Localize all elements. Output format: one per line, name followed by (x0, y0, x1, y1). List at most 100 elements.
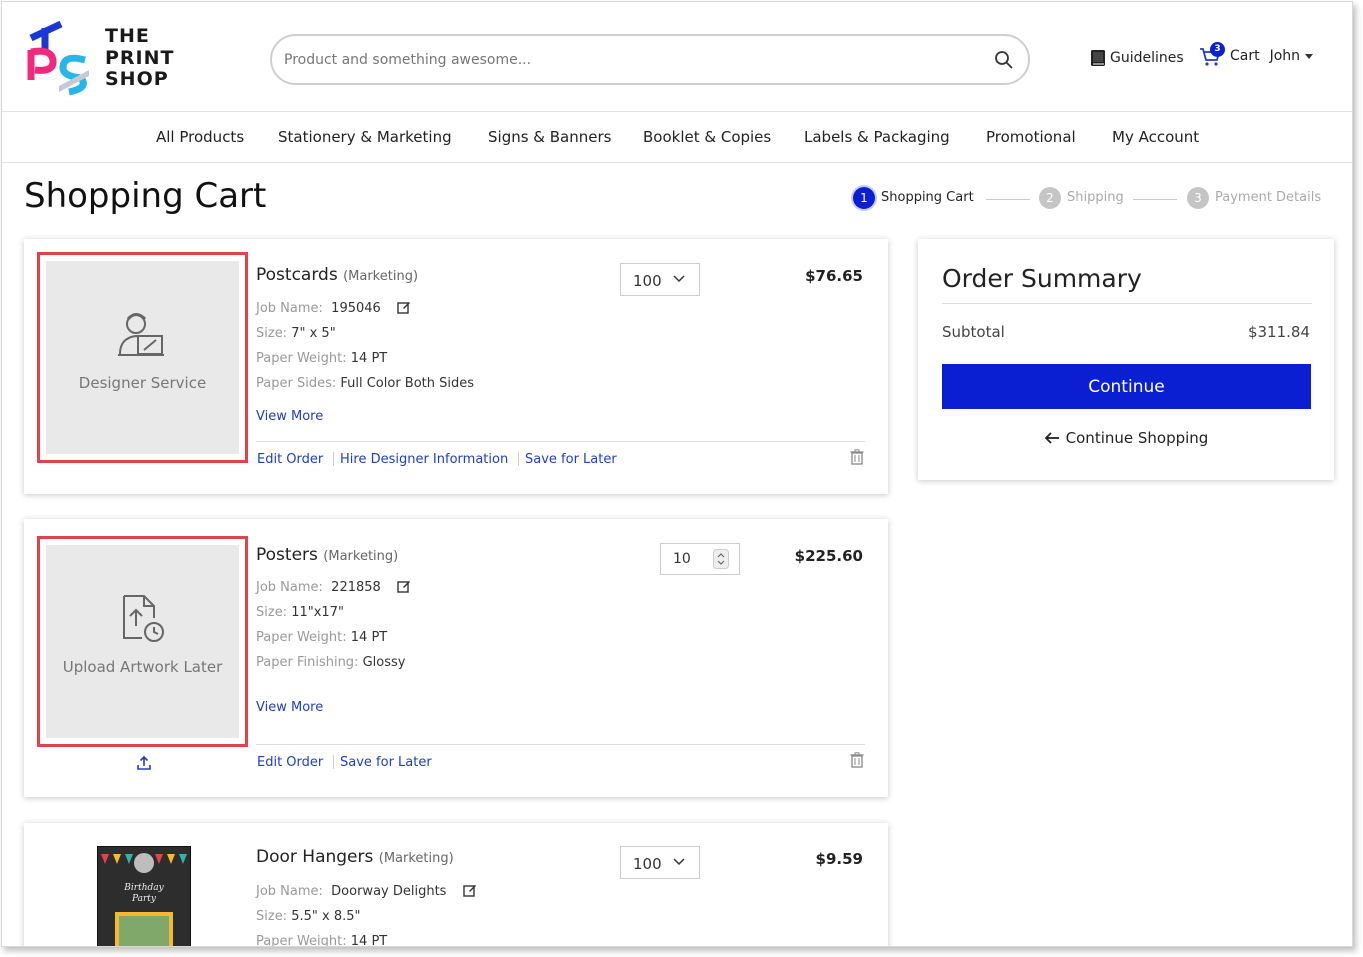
item-price: $225.60 (794, 547, 863, 565)
quantity-select[interactable]: 100 (620, 263, 700, 296)
view-more-link[interactable]: View More (256, 409, 323, 424)
thumbnail-caption: Birthday (123, 883, 164, 893)
detail-row: Paper Weight: 14 PT (256, 351, 387, 366)
nav-item-booklet-copies[interactable]: Booklet & Copies (643, 128, 771, 146)
divider (256, 441, 865, 442)
product-category: (Marketing) (378, 851, 454, 866)
designer-icon (118, 313, 164, 356)
search-input[interactable] (284, 48, 964, 72)
user-name: John (1269, 48, 1301, 64)
edit-icon[interactable] (462, 883, 477, 897)
detail-value: 14 PT (350, 630, 388, 645)
guidelines-link[interactable]: Guidelines (1090, 49, 1184, 67)
nav-item-signs-banners[interactable]: Signs & Banners (488, 128, 611, 146)
save-for-later-link[interactable]: Save for Later (525, 452, 617, 467)
door-hanger-thumbnail[interactable]: Birthday Party (97, 846, 191, 947)
product-category: (Marketing) (323, 549, 399, 564)
detail-row: Paper Sides: Full Color Both Sides (256, 376, 474, 391)
detail-row: Size: 5.5" x 8.5" (256, 909, 360, 924)
trash-icon[interactable] (850, 752, 864, 768)
step-1-label: Shopping Cart (881, 190, 974, 205)
edit-order-link[interactable]: Edit Order (257, 755, 323, 770)
arrow-left-icon (1044, 432, 1059, 444)
logo-line-1: THE (105, 25, 150, 47)
detail-key: Paper Sides: (256, 376, 337, 391)
order-summary: Order Summary Subtotal $311.84 Continue … (918, 239, 1334, 480)
nav-item-promotional[interactable]: Promotional (986, 128, 1076, 146)
detail-value: Glossy (362, 655, 406, 670)
subtotal-value: $311.84 (1247, 323, 1310, 341)
quantity-stepper[interactable]: 10 (660, 543, 740, 575)
product-title: Posters (256, 545, 318, 565)
job-name-row: Job Name: Doorway Delights (256, 883, 477, 899)
detail-row: Paper Finishing: Glossy (256, 655, 405, 670)
subtotal-label: Subtotal (942, 323, 1005, 341)
quantity-select[interactable]: 100 (620, 846, 700, 879)
job-name-row: Job Name: 221858 (256, 579, 411, 595)
product-title: Postcards (256, 265, 338, 285)
cart-count-badge: 3 (1210, 42, 1225, 57)
detail-value: Full Color Both Sides (340, 376, 475, 391)
detail-row: Paper Weight: 14 PT (256, 630, 387, 645)
logo-line-2: PRINT (105, 46, 175, 69)
search-icon[interactable] (994, 50, 1014, 70)
step-2-number: 2 (1039, 187, 1061, 209)
product-name: Posters (Marketing) (256, 545, 398, 565)
page-frame: THE PRINT SHOP Guidelines 3 Cart John (1, 1, 1353, 947)
quantity-value: 100 (633, 272, 662, 290)
user-menu[interactable]: John (1269, 48, 1314, 64)
edit-order-link[interactable]: Edit Order (257, 452, 323, 467)
continue-button[interactable]: Continue (942, 364, 1311, 409)
detail-key: Size: (256, 326, 288, 341)
nav-item-my-account[interactable]: My Account (1112, 128, 1199, 146)
detail-key: Size: (256, 605, 288, 620)
view-more-link[interactable]: View More (256, 700, 323, 715)
job-name-value: Doorway Delights (331, 884, 447, 899)
item-price: $76.65 (805, 267, 863, 285)
main-nav: All Products Stationery & Marketing Sign… (2, 111, 1352, 163)
edit-icon[interactable] (397, 579, 411, 593)
detail-key: Paper Weight: (256, 351, 347, 366)
step-1-number: 1 (853, 187, 875, 209)
product-title: Door Hangers (256, 847, 374, 867)
product-category: (Marketing) (343, 269, 419, 284)
trash-icon[interactable] (850, 449, 864, 465)
hire-designer-info-link[interactable]: Hire Designer Information (340, 452, 508, 467)
nav-item-labels-packaging[interactable]: Labels & Packaging (804, 128, 950, 146)
cart-item-card: Birthday Party Door Hangers (Marketing) … (24, 823, 888, 947)
logo-text: THE PRINT SHOP (105, 25, 175, 91)
item-actions: Edit Order Save for Later (257, 755, 557, 771)
action-separator (518, 452, 519, 466)
search-box (270, 34, 1030, 85)
quantity-value: 10 (673, 551, 691, 567)
upload-icon[interactable] (136, 755, 152, 771)
logo-line-3: SHOP (105, 68, 169, 90)
action-separator (333, 452, 334, 466)
order-summary-title: Order Summary (942, 264, 1142, 293)
step-3-label: Payment Details (1215, 190, 1322, 205)
logo[interactable]: THE PRINT SHOP (23, 20, 183, 100)
continue-shopping-label: Continue Shopping (1065, 429, 1209, 447)
designer-service-thumbnail[interactable]: Designer Service (46, 261, 239, 454)
logo-mark-icon (27, 20, 89, 96)
detail-value: 11"x17" (291, 605, 344, 620)
chevron-down-icon (1305, 53, 1314, 59)
edit-icon[interactable] (397, 300, 411, 314)
quantity-value: 100 (633, 855, 662, 873)
detail-key: Paper Weight: (256, 934, 347, 947)
save-for-later-link[interactable]: Save for Later (340, 755, 432, 770)
cart-item-card: Designer Service Postcards (Marketing) J… (24, 239, 888, 494)
detail-value: 14 PT (350, 934, 388, 947)
item-actions: Edit Order Hire Designer Information Sav… (257, 452, 677, 468)
detail-value: 14 PT (350, 351, 388, 366)
continue-shopping-link[interactable]: Continue Shopping (918, 429, 1334, 447)
upload-artwork-later-thumbnail[interactable]: Upload Artwork Later (46, 545, 239, 738)
stepper-arrows-icon[interactable] (713, 549, 729, 569)
cart-link[interactable]: 3 Cart John (1198, 42, 1314, 68)
job-name-row: Job Name: 195046 (256, 300, 411, 316)
thumbnail-caption: Party (131, 894, 157, 904)
nav-item-stationery-marketing[interactable]: Stationery & Marketing (278, 128, 452, 146)
product-name: Door Hangers (Marketing) (256, 847, 454, 867)
detail-value: 5.5" x 8.5" (291, 909, 361, 924)
nav-item-all-products[interactable]: All Products (156, 128, 244, 146)
